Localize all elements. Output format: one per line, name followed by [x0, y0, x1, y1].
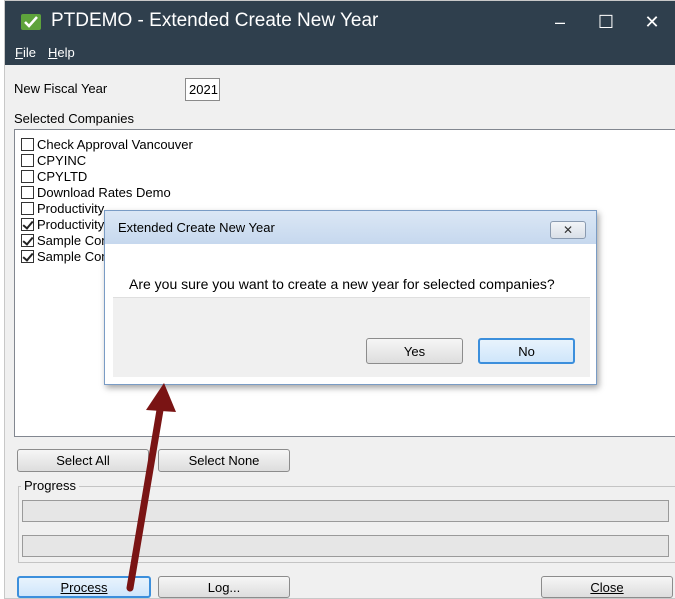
dialog-message: Are you sure you want to create a new ye…: [129, 276, 555, 292]
process-button[interactable]: Process: [17, 576, 151, 598]
company-label: Download Rates Demo: [37, 184, 171, 200]
process-button-label: Process: [60, 579, 108, 595]
title-bar: PTDEMO - Extended Create New Year – ☐ ✕: [5, 1, 675, 43]
close-button[interactable]: Close: [541, 576, 673, 598]
checkbox[interactable]: [21, 201, 34, 215]
menu-help[interactable]: Help: [48, 45, 75, 60]
dialog-title: Extended Create New Year: [118, 220, 275, 235]
progress-bar-overall: [22, 500, 669, 522]
dialog-footer: Yes No: [113, 297, 590, 377]
fiscal-year-label: New Fiscal Year: [14, 81, 108, 96]
confirm-dialog: Extended Create New Year ✕ Are you sure …: [104, 210, 597, 385]
company-item[interactable]: Download Rates Demo: [21, 184, 171, 200]
checkbox[interactable]: [21, 169, 34, 183]
dialog-close-icon[interactable]: ✕: [550, 221, 586, 239]
company-label: CPYLTD: [37, 168, 88, 184]
select-none-button[interactable]: Select None: [158, 449, 290, 472]
company-item[interactable]: Sample Com: [21, 248, 112, 264]
checkbox[interactable]: [21, 137, 34, 151]
app-icon: [21, 14, 41, 30]
company-label: Productivity: [37, 200, 105, 216]
company-item[interactable]: Sample Com: [21, 232, 112, 248]
progress-label: Progress: [21, 478, 80, 493]
company-label: Sample Com: [37, 232, 113, 248]
window-title: PTDEMO - Extended Create New Year: [51, 10, 379, 31]
company-item[interactable]: Productivity: [21, 216, 104, 232]
progress-bar-current: [22, 535, 669, 557]
select-all-button[interactable]: Select All: [17, 449, 149, 472]
minimize-icon[interactable]: –: [537, 1, 583, 43]
checkbox[interactable]: [21, 249, 34, 263]
company-label: CPYINC: [37, 152, 87, 168]
dialog-title-bar: Extended Create New Year ✕: [105, 211, 596, 244]
checkbox[interactable]: [21, 217, 34, 231]
selected-companies-label: Selected Companies: [14, 111, 134, 126]
close-icon[interactable]: ✕: [629, 1, 675, 43]
company-item[interactable]: Productivity: [21, 200, 104, 216]
menu-file[interactable]: File: [15, 45, 36, 60]
company-label: Check Approval Vancouver: [37, 136, 193, 152]
fiscal-year-input[interactable]: 2021: [185, 78, 220, 101]
company-label: Sample Com: [37, 248, 113, 264]
checkbox[interactable]: [21, 233, 34, 247]
checkbox[interactable]: [21, 153, 34, 167]
close-button-label: Close: [590, 579, 624, 595]
yes-button[interactable]: Yes: [366, 338, 463, 364]
log-button[interactable]: Log...: [158, 576, 290, 598]
company-item[interactable]: CPYINC: [21, 152, 86, 168]
company-item[interactable]: CPYLTD: [21, 168, 87, 184]
menu-bar: File Help: [5, 43, 675, 65]
no-button[interactable]: No: [478, 338, 575, 364]
checkbox[interactable]: [21, 185, 34, 199]
maximize-icon[interactable]: ☐: [583, 1, 629, 43]
company-label: Productivity: [37, 216, 105, 232]
company-item[interactable]: Check Approval Vancouver: [21, 136, 193, 152]
